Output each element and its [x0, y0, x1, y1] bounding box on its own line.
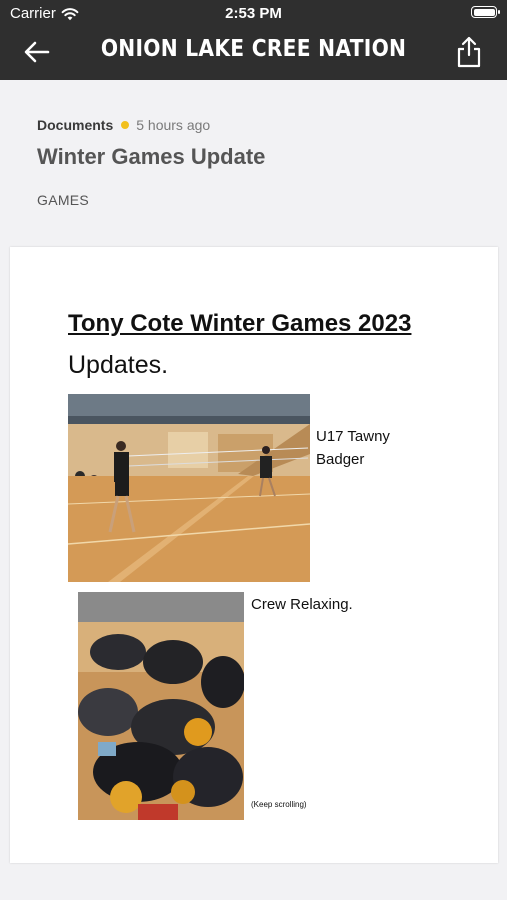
photo-caption: U17 Tawny Badger	[316, 428, 390, 468]
separator-dot	[121, 121, 130, 129]
document-subheading: Updates.	[68, 351, 169, 379]
arrow-left-icon[interactable]	[20, 37, 54, 67]
article-meta: Documents 5 hours ago	[37, 117, 210, 133]
app-title: ONION LAKE CREE NATION	[100, 36, 407, 62]
crew-photo	[78, 592, 244, 820]
time-ago: 5 hours ago	[136, 117, 211, 133]
status-bar: Carrier 2:53 PM	[0, 0, 507, 26]
battery-icon	[471, 6, 500, 18]
share-icon[interactable]	[453, 35, 485, 69]
top-bar: Carrier 2:53 PM ONION LAKE CREE NATION	[0, 0, 507, 80]
document-heading: Tony Cote Winter Games 2023	[68, 310, 412, 337]
article-tag[interactable]: GAMES	[37, 192, 89, 208]
article-header: Documents 5 hours ago Winter Games Updat…	[0, 80, 507, 247]
category-label[interactable]: Documents	[37, 117, 113, 133]
document-viewer[interactable]: Tony Cote Winter Games 2023 Updates. U17…	[10, 247, 498, 863]
article-title: Winter Games Update	[37, 144, 266, 169]
nav-bar: ONION LAKE CREE NATION	[0, 26, 507, 80]
status-time: 2:53 PM	[225, 5, 282, 22]
photo-caption: Crew Relaxing.	[251, 596, 353, 613]
badminton-photo	[68, 394, 310, 582]
scroll-hint: (Keep scrolling)	[251, 800, 307, 809]
